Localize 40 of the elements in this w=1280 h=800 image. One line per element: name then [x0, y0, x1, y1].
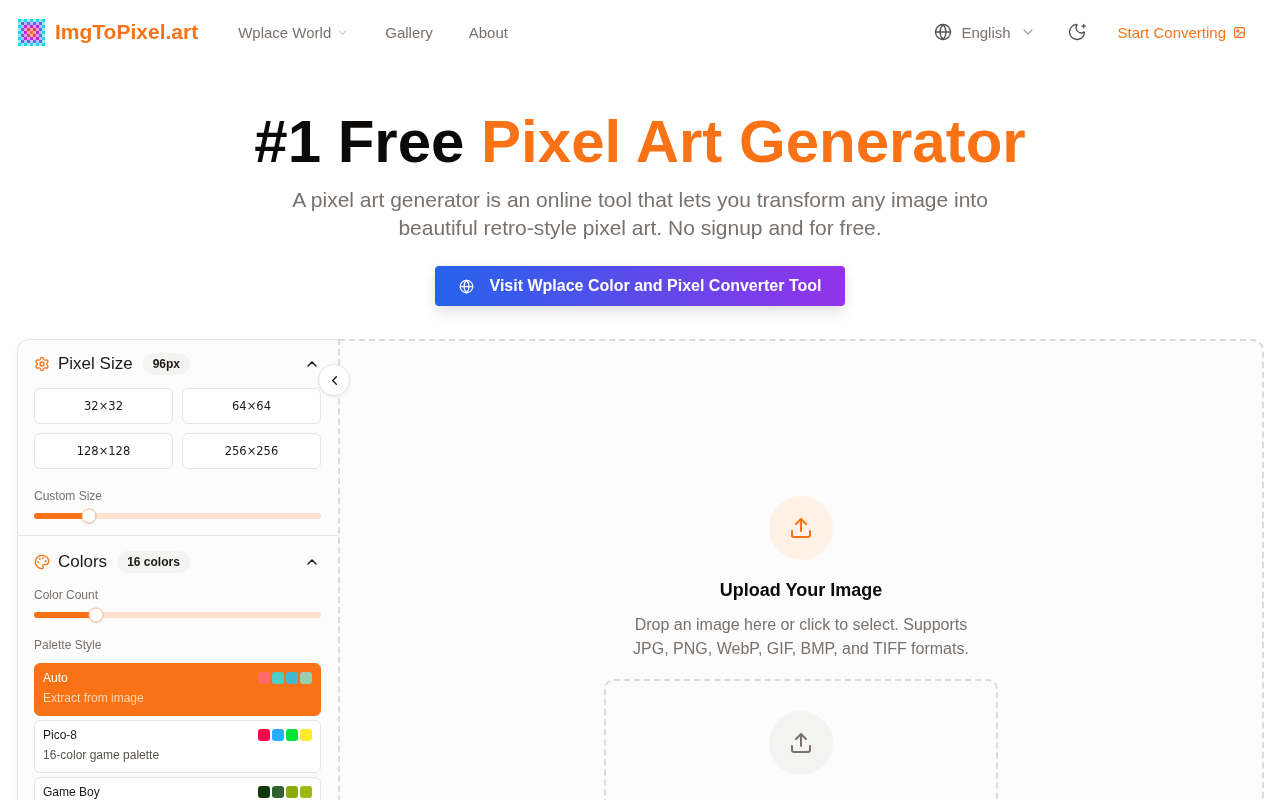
size-preset-button[interactable]: 64×64 [182, 388, 321, 424]
nav-link[interactable]: About [468, 23, 508, 41]
size-preset-button[interactable]: 128×128 [34, 433, 173, 469]
value-badge: 96px [142, 353, 190, 375]
palette-description: Extract from image [43, 691, 145, 705]
converter-tool-button[interactable]: Visit Wplace Color and Pixel Converter Tool [434, 266, 846, 306]
size-preset-button[interactable]: 32×32 [34, 388, 173, 424]
palette-option[interactable]: Game Boy [34, 777, 321, 800]
field-label: Palette Style [34, 638, 103, 652]
palette-name: Auto [43, 671, 69, 685]
language-select[interactable]: English [934, 23, 1036, 41]
palette-description: 16-color game palette [43, 748, 161, 762]
upload-description: Drop an image here or click to select. Supports JPG, PNG, WebP, GIF, BMP, and TIFF formats. [632, 615, 970, 659]
slider-label: Color Count [34, 588, 100, 602]
globe-icon [934, 23, 953, 41]
size-preset-button[interactable]: 256×256 [182, 433, 321, 469]
nav-link[interactable]: Gallery [385, 23, 433, 41]
moon-stars-icon[interactable] [1066, 22, 1087, 42]
logo-icon [18, 18, 45, 46]
upload-drop-zone[interactable]: Upload Your Image Drop an image here or click to select. Supports JPG, PNG, WebP, GIF, BMP, and TIFF formats. [338, 339, 1264, 800]
globe-icon [458, 278, 474, 294]
palette-name: Pico-8 [43, 728, 78, 742]
slider-label: Custom Size [34, 489, 104, 503]
palette-icon [34, 554, 50, 570]
slider-thumb[interactable] [81, 508, 96, 524]
section-title: Colors [58, 552, 108, 572]
slider-thumb[interactable] [88, 607, 104, 623]
slider-fill [34, 513, 82, 519]
hero-title: #1 Free Pixel Art Generator [254, 107, 1026, 177]
palette-name: Game Boy [43, 785, 101, 799]
slider-fill [34, 612, 89, 618]
hero-subtitle: A pixel art generator is an online tool that lets you transform any image into beautiful retro-style pixel art. No signup and for free. [291, 187, 989, 241]
section-title: Pixel Size [58, 354, 133, 374]
gear-icon [34, 356, 50, 372]
palette-option[interactable]: Pico-8 16-color game palette [34, 720, 321, 773]
start-converting-link[interactable]: Start Converting [1117, 23, 1246, 41]
upload-title: Upload Your Image [719, 580, 883, 601]
image-icon [1233, 25, 1246, 39]
nav-dropdown[interactable]: Wplace World [238, 23, 350, 41]
value-badge: 16 colors [117, 551, 190, 573]
